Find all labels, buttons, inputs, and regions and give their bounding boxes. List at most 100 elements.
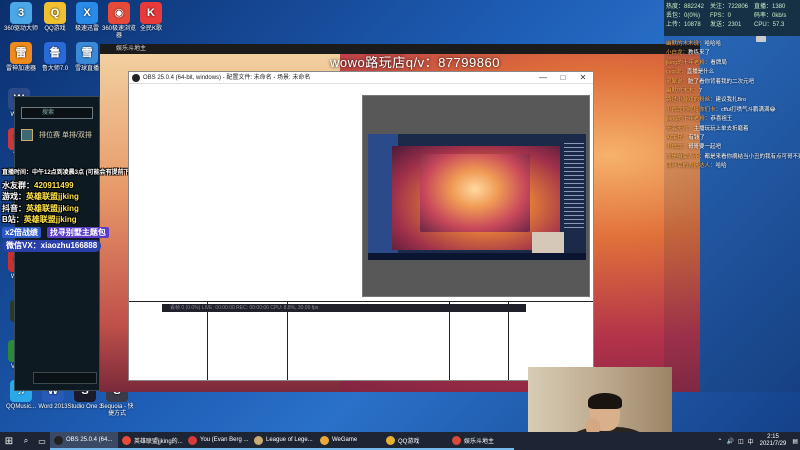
taskbar-app[interactable]: 娱乐斗地主 — [448, 432, 514, 450]
start-button[interactable]: ⊞ — [0, 432, 18, 450]
stat-heat: 热度：882242 — [666, 4, 705, 10]
taskbar-app[interactable]: QQ游戏 — [382, 432, 448, 450]
stat-follow: 关注：722806 — [710, 4, 749, 10]
desktop-app-icon: 鲁 — [44, 42, 66, 64]
preview-taskbar — [368, 253, 586, 260]
taskbar-app-icon — [54, 435, 63, 445]
taskbar-app-label: 英雄联盟jjking的... — [134, 438, 183, 445]
notification-icon[interactable]: ▤ — [792, 438, 798, 445]
desktop-app-icon: K — [140, 2, 162, 24]
desktop-icon[interactable]: K 全民K歌 — [132, 2, 170, 33]
obs-docks — [129, 301, 593, 380]
taskbar-clock[interactable]: 2:15 2021/7/29 — [760, 434, 787, 448]
stream-schedule: 直播时间：中午12点到凌晨3点 (可能会有提前下播) — [2, 170, 138, 176]
douyin-id-value: 英雄联盟jjking — [26, 203, 79, 213]
chat-username[interactable]: cyql说： — [666, 69, 687, 75]
chat-username[interactable]: 小白龙你呢给你们卡： — [666, 107, 721, 113]
desktop-icon[interactable]: 3 360驱动大师 — [2, 2, 40, 33]
stream-ad-text: wowo路玩店q/v：87799860 — [330, 55, 500, 70]
preview-game-image — [420, 154, 530, 232]
chat-message: cyql说：直播是什么 — [666, 68, 800, 77]
sources-dock[interactable] — [208, 302, 288, 380]
chat-panel[interactable]: 热度：882242 关注：722806 直播：1380 丢包：0(0%) FPS：0 码… — [664, 0, 800, 392]
stat-bitrate: 码率：0kb/s — [754, 13, 787, 19]
obs-preview[interactable] — [362, 95, 590, 297]
bilibili-id-value: 英雄联盟jjking — [23, 215, 77, 224]
stat-drop: 丢包：0(0%) — [666, 13, 701, 19]
bilibili-id-label: B站： — [2, 215, 24, 224]
mixer-dock[interactable] — [288, 302, 450, 380]
chat-username[interactable]: 你是咱家人不： — [666, 154, 705, 160]
volume-icon[interactable]: 🔊 — [726, 438, 733, 445]
maximize-button[interactable]: □ — [553, 72, 573, 84]
chat-username[interactable]: ACE仔： — [666, 135, 688, 141]
scenes-dock[interactable] — [129, 302, 208, 380]
chat-text: 脏了看你背着我的二次元吧 — [688, 78, 755, 85]
chat-text: 7 — [699, 88, 703, 95]
chat-message: jking的十年老粉：看牌局 — [666, 59, 800, 68]
fan-group: 水友群：420911499 — [2, 180, 134, 192]
lol-chat-bar[interactable] — [33, 372, 97, 384]
chat-username[interactable]: 小白龙： — [666, 144, 688, 150]
desktop-icon[interactable]: 雷雷神加速器 — [2, 42, 40, 73]
stats-row: 丢包：0(0%) FPS：0 码率：0kb/s — [666, 12, 798, 21]
chat-username[interactable]: 路过小游戏的粉丝： — [666, 97, 716, 103]
webcam-person-hair — [588, 393, 622, 409]
ime-indicator[interactable]: 中 — [748, 437, 754, 446]
lol-search-input[interactable]: 搜索 — [21, 107, 93, 119]
chat-username[interactable]: 灵犀说： — [666, 79, 688, 85]
chat-username[interactable]: jking的十年老粉： — [666, 116, 710, 122]
chat-text: 恭喜祖王 — [710, 116, 733, 123]
taskbar-apps: OBS 25.0.4 (64... 英雄联盟jjking的... You (Evan… — [50, 432, 514, 450]
chat-text: 直播是什么 — [686, 69, 715, 76]
fan-group-value: 420911499 — [34, 180, 74, 190]
chat-message: 幽默的木木说：哈哈哈 — [666, 40, 800, 49]
search-icon[interactable]: ⌕ — [18, 432, 34, 450]
taskbar-app-icon — [320, 435, 329, 445]
stat-upload: 上传：10878 — [666, 22, 701, 28]
taskbar-app-icon — [452, 435, 461, 445]
close-button[interactable]: ✕ — [573, 72, 593, 84]
desktop-icon-label: 雷神加速器 — [5, 66, 36, 72]
taskbar-app-label: OBS 25.0.4 (64... — [66, 437, 113, 443]
stats-row: 上传：10878 发送：2301 CPU：57.3 — [666, 21, 798, 30]
chat-text: 哈哈哈 — [704, 41, 722, 47]
chat-username[interactable]: 幽默的木木说： — [666, 41, 705, 47]
chat-username[interactable]: 无名无八： — [666, 126, 694, 132]
chat-text: 哥哥要一起吧 — [688, 144, 722, 151]
taskbar-app[interactable]: League of Lege... — [250, 432, 316, 450]
game-id-label: 游戏： — [2, 192, 26, 201]
chat-text: 主播玩玩上单去折磨着 — [693, 125, 749, 132]
ranked-queue-item[interactable]: 排位赛 单排/双排 — [21, 129, 93, 141]
chat-username[interactable]: 四叶草的表情达人： — [666, 163, 716, 169]
taskbar-app-label: You (Evan Berg ... — [200, 437, 249, 443]
clock-date: 2021/7/29 — [759, 441, 787, 447]
minimize-button[interactable]: — — [533, 72, 553, 84]
chat-text: 教练来了 — [688, 50, 711, 57]
task-view-icon[interactable]: ▭ — [34, 432, 50, 450]
obs-logo-icon — [132, 74, 140, 82]
taskbar-app[interactable]: You (Evan Berg ... — [184, 432, 250, 450]
chat-username[interactable]: 幽默的木木： — [666, 88, 699, 94]
taskbar-app-icon — [188, 435, 197, 445]
taskbar-app[interactable]: 英雄联盟jjking的... — [118, 432, 184, 450]
fan-group-label: 水友群： — [2, 180, 34, 190]
chat-username[interactable]: jking的十年老粉： — [666, 60, 710, 66]
taskbar-app[interactable]: OBS 25.0.4 (64... — [50, 432, 118, 450]
network-icon[interactable]: ◫ — [738, 438, 744, 445]
transitions-dock[interactable] — [450, 302, 509, 380]
taskbar-app[interactable]: WeGame — [316, 432, 382, 450]
tray-arrow-icon[interactable]: ⌃ — [717, 438, 722, 445]
obs-window[interactable]: OBS 25.0.4 (64-bit, windows) - 配置文件: 未命名… — [128, 71, 594, 381]
douyin-id: 抖音：英雄联盟jjking — [2, 203, 134, 215]
douyin-id-label: 抖音： — [2, 203, 26, 213]
chat-message-list: 幽默的木木说：哈哈哈 小白龙：教练来了 jking的十年老粉：看牌局 cyql说：直播… — [666, 40, 800, 172]
chat-message: 四叶草的表情达人：哈哈 — [666, 162, 800, 171]
taskbar-app-icon — [122, 435, 131, 445]
streamer-info-overlay: 直播时间：中午12点到凌晨3点 (可能会有提前下播) 水友群：420911499… — [2, 168, 138, 252]
chat-username[interactable]: 小白龙： — [666, 50, 688, 56]
stat-fps: FPS：0 — [710, 13, 732, 19]
chat-message: ACE仔：有钱了 — [666, 134, 800, 143]
desktop-icon-label: 360驱动大师 — [3, 26, 38, 32]
obs-titlebar[interactable]: OBS 25.0.4 (64-bit, windows) - 配置文件: 未命名… — [129, 72, 593, 84]
